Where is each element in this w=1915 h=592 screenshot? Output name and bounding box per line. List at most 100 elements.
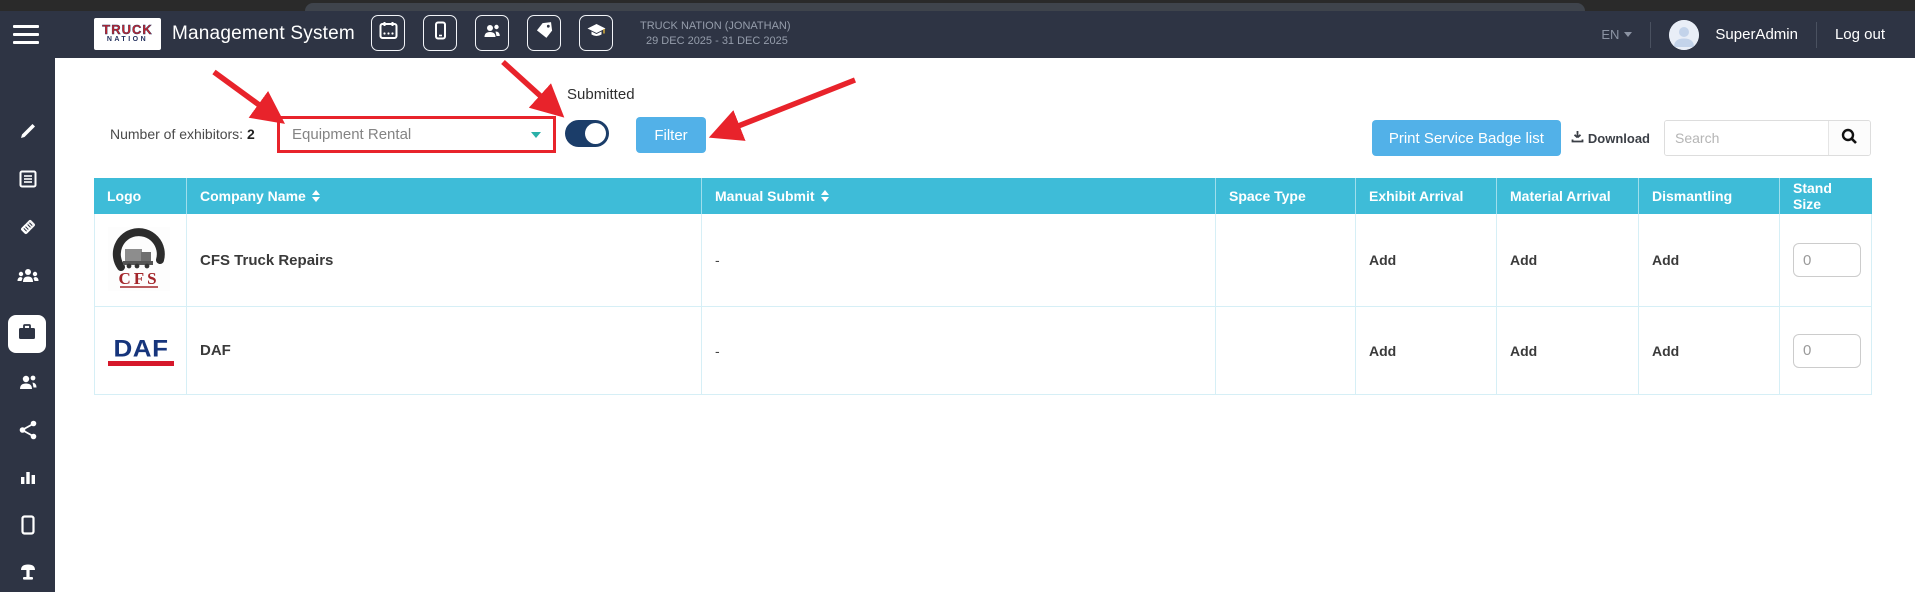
add-dismantling-link[interactable]: Add [1652,343,1679,359]
tag-icon [535,21,554,45]
arrow-to-submitted-toggle [503,62,557,111]
dismantling-cell: Add [1639,307,1780,395]
share-icon [19,420,37,440]
submitted-toggle[interactable] [565,120,609,147]
logout-button[interactable]: Log out [1835,26,1885,43]
manual-submit-cell: - [702,214,1216,307]
people-group-icon [16,265,40,285]
category-dropdown-value: Equipment Rental [292,126,531,143]
sidebar-item-exhibitors-active[interactable] [8,315,46,353]
column-header-logo: Logo [94,178,187,214]
calendar-icon [379,21,398,45]
brand-logo-line2: NATION [107,36,148,44]
category-dropdown[interactable]: Equipment Rental [277,116,556,153]
navbar-right-group: EN SuperAdmin Log out [1601,11,1885,58]
add-material-arrival-link[interactable]: Add [1510,252,1537,268]
stand-size-cell [1780,214,1872,307]
sidebar-item-exhibit-stand[interactable] [0,552,55,592]
language-label: EN [1601,27,1619,42]
bar-chart-icon [19,468,37,486]
download-label: Download [1588,131,1650,146]
event-name: TRUCK NATION (JONATHAN) [640,19,791,34]
event-dates: 29 DEC 2025 - 31 DEC 2025 [640,34,791,49]
logo-cell: CFS [94,214,187,307]
add-material-arrival-link[interactable]: Add [1510,343,1537,359]
material-arrival-cell: Add [1497,214,1639,307]
list-icon [18,169,38,189]
column-header-dismantling: Dismantling [1639,178,1780,214]
calendar-button[interactable] [371,15,405,51]
exhibitor-count-label: Number of exhibitors: [110,126,243,142]
tag-button[interactable] [527,15,561,51]
column-header-manual-submit[interactable]: Manual Submit [702,178,1216,214]
mobile-button[interactable] [423,15,457,51]
print-service-badge-button[interactable]: Print Service Badge list [1372,120,1561,156]
sidebar-item-share[interactable] [0,410,55,450]
attendees-button[interactable] [475,15,509,51]
top-navbar: TRUCK NATION Management System [0,11,1915,58]
column-header-stand-size: Stand Size [1780,178,1872,214]
dismantling-cell: Add [1639,214,1780,307]
app-title: Management System [172,23,355,45]
user-avatar[interactable] [1669,20,1699,50]
filter-button[interactable]: Filter [636,117,706,153]
stand-size-input[interactable] [1793,243,1861,277]
add-dismantling-link[interactable]: Add [1652,252,1679,268]
exhibit-arrival-cell: Add [1356,214,1497,307]
table-actions: Print Service Badge list Download [1372,120,1871,156]
two-users-icon [17,372,39,392]
divider [1816,22,1817,48]
education-button[interactable] [579,15,613,51]
toggle-knob [585,123,606,144]
brand-logo[interactable]: TRUCK NATION [94,18,161,50]
sort-icon [821,190,829,202]
exhibitors-table: Logo Company Name Manual Submit Space Ty… [94,178,1872,395]
chevron-down-icon [1624,32,1632,37]
mobile-icon [431,21,450,45]
os-top-strip-tab [305,3,1585,11]
add-exhibit-arrival-link[interactable]: Add [1369,252,1396,268]
arrow-to-dropdown [214,72,277,118]
edit-icon [18,121,38,141]
stand-size-input[interactable] [1793,334,1861,368]
exhibitor-count: Number of exhibitors: 2 [110,126,255,142]
add-exhibit-arrival-link[interactable]: Add [1369,343,1396,359]
space-type-cell [1216,307,1356,395]
search-button[interactable] [1828,121,1870,155]
hamburger-menu-icon[interactable] [13,25,39,44]
space-type-cell [1216,214,1356,307]
attendees-icon [482,21,502,45]
download-icon [1571,130,1584,146]
column-header-space-type: Space Type [1216,178,1356,214]
column-header-company-name[interactable]: Company Name [187,178,702,214]
sidebar-item-edit[interactable] [0,111,55,151]
table-row: DAF DAF - Add Add Add [94,307,1872,395]
phone-icon [20,515,36,535]
sidebar-item-visitors[interactable] [0,362,55,402]
navbar-icon-buttons [371,15,613,51]
sidebar-item-reports[interactable] [0,457,55,497]
language-selector[interactable]: EN [1601,27,1632,42]
company-name: CFS Truck Repairs [187,214,702,307]
search-group [1664,120,1871,156]
exhibit-stand-icon [18,562,38,582]
sidebar-item-people-group[interactable] [0,255,55,295]
brand-logo-line1: TRUCK [102,24,153,36]
briefcase-icon [17,322,37,347]
exhibit-arrival-cell: Add [1356,307,1497,395]
logo-cell: DAF [94,307,187,395]
divider [1650,22,1651,48]
event-info: TRUCK NATION (JONATHAN) 29 DEC 2025 - 31… [640,19,791,49]
download-button[interactable]: Download [1571,130,1650,146]
submitted-label: Submitted [567,86,635,103]
main-content: Number of exhibitors: 2 Equipment Rental… [55,58,1915,592]
sidebar-item-list[interactable] [0,159,55,199]
app-window: TRUCK NATION Management System [0,0,1915,592]
sidebar-item-mobile-app[interactable] [0,505,55,545]
sidebar-item-handshake[interactable] [0,207,55,247]
education-icon [586,21,607,45]
user-role-label[interactable]: SuperAdmin [1715,26,1798,43]
table-row: CFS CFS Truck Repairs - Add Add Add [94,214,1872,307]
daf-logo: DAF [108,336,174,366]
search-input[interactable] [1665,121,1828,155]
